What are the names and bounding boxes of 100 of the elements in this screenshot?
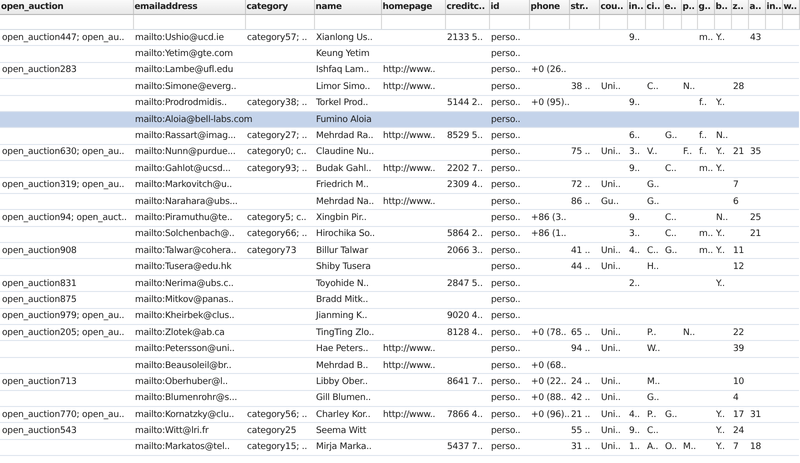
table-cell: perso..: [491, 410, 520, 420]
table-row[interactable]: mailto:Markatos@tel.. category15; .. Mirja Marka.. 5437 7.. perso.. 31 .. Uni.. 1.. A.. O.. M.. Y.. 7 18: [0, 439, 799, 456]
table-cell: 1..: [629, 442, 640, 452]
table-cell: N..: [716, 131, 728, 142]
table-cell: Uni..: [601, 442, 621, 452]
table-cell: 9..: [629, 426, 640, 436]
table-cell: 6: [733, 196, 739, 207]
column-header[interactable]: name: [314, 0, 381, 14]
table-cell: http://www..: [383, 65, 436, 76]
column-header[interactable]: a..: [748, 0, 765, 14]
column-header[interactable]: in..: [627, 0, 645, 14]
table-cell: Bradd Mitk..: [316, 294, 368, 305]
table-cell: Y..: [716, 229, 725, 240]
table-cell: Y..: [716, 32, 725, 43]
table-cell: mailto:Ushio@ucd.ie: [135, 32, 224, 43]
column-header[interactable]: g..: [697, 0, 714, 14]
table-row[interactable]: mailto:Tusera@edu.hk Shiby Tusera perso.. 44 .. Uni.. H.. 12: [0, 258, 799, 276]
table-cell: 2133 5..: [447, 32, 483, 43]
table-cell: category38; ..: [247, 98, 308, 108]
table-cell: category73: [247, 246, 296, 256]
table-cell: 55 ..: [571, 426, 590, 436]
table-row[interactable]: open_auction831 mailto:Nerima@ubs.c.. Toyohide N.. 2847 5.. perso.. 2.. Y..: [0, 275, 799, 292]
column-header[interactable]: ci..: [645, 0, 663, 14]
table-cell: Y..: [716, 147, 725, 158]
table-row[interactable]: mailto:Prodrodmidis.. category38; .. Torkel Prod.. 5144 2.. perso.. +0 (95).. 9.. f.. Y..: [0, 95, 799, 112]
table-cell: perso..: [491, 229, 520, 240]
table-cell: category57; ..: [247, 32, 308, 43]
column-header[interactable]: z..: [731, 0, 748, 14]
table-row[interactable]: open_auction908 mailto:Talwar@cohera.. category73 Billur Talwar 2066 3.. perso.. 41 .. Uni.. 4.. C.. G.. m.. Y.. 11: [0, 242, 799, 259]
table-cell: +0 (88..: [531, 393, 566, 404]
column-header[interactable]: open_auction: [0, 0, 133, 14]
table-cell: +0 (26..: [531, 65, 566, 76]
column-header[interactable]: str..: [569, 0, 599, 14]
table-cell: 5864 2..: [447, 229, 483, 240]
column-header[interactable]: e..: [663, 0, 681, 14]
table-row[interactable]: mailto:Simone@everg.. Limor Simo.. http://www.. perso.. 38 .. Uni.. C.. N.. 28: [0, 78, 799, 96]
table-cell: 2..: [629, 278, 640, 289]
table-cell: f..: [699, 131, 707, 142]
column-header[interactable]: w..: [782, 0, 799, 14]
table-cell: 24 ..: [571, 376, 590, 387]
table-cell: C..: [647, 82, 658, 92]
table-cell: 72 ..: [571, 180, 590, 190]
table-row[interactable]: mailto:Rassart@imag... category27; .. Mehrdad Ra.. http://www.. 8529 5.. perso.. 6.. G.. f.. N..: [0, 128, 799, 144]
table-row[interactable]: mailto:Yetim@gte.com Keung Yetim perso..: [0, 46, 799, 62]
table-cell: 25: [750, 212, 762, 223]
table-cell: Mehrdad Ra..: [316, 131, 374, 142]
column-header[interactable]: category: [245, 0, 314, 14]
table-cell: perso..: [491, 49, 520, 60]
column-header[interactable]: emailaddress: [133, 0, 245, 14]
table-cell: Uni..: [601, 393, 621, 404]
table-row[interactable]: open_auction543 mailto:Witt@lri.fr category25 Seema Witt perso.. 55 .. Uni.. 9.. C.. Y.. 24: [0, 422, 799, 440]
table-row[interactable]: open_auction319; open_au.. mailto:Markovitch@u.. Friedrich M.. 2309 4.. perso.. 72 .. Uni.. G.. 7: [0, 177, 799, 194]
table-cell: perso..: [491, 164, 520, 174]
table-cell: perso..: [491, 212, 520, 223]
table-row[interactable]: open_auction205; open_au.. mailto:Zlotek@ab.ca TingTing Zlo.. 8128 4.. perso.. +0 (78.. 65 .. Uni.. P.. N.. 22: [0, 324, 799, 341]
table-cell: 21: [750, 229, 762, 240]
table-row[interactable]: open_auction979; open_au.. mailto:Kheirbek@clus.. Jianming K.. 9020 4.. perso..: [0, 308, 799, 325]
table-cell: open_auction205; open_au..: [2, 328, 124, 338]
column-header[interactable]: b..: [714, 0, 731, 14]
table-row[interactable]: open_auction630; open_au.. mailto:Nunn@purdue... category0; c.. Claudine Nu.. perso.. 75 .. Uni.. 3.. V.. F.. f.. Y.. 21 35: [0, 144, 799, 161]
table-cell: perso..: [491, 376, 520, 387]
table-cell: 5144 2..: [447, 98, 483, 108]
table-cell: category93; ..: [247, 164, 308, 174]
table-cell: 3..: [629, 147, 640, 158]
table-cell: mailto:Piramuthu@te..: [135, 212, 232, 223]
table-row[interactable]: open_auction875 mailto:Mitkov@panas.. Bradd Mitk.. perso..: [0, 292, 799, 308]
table-row[interactable]: open_auction447; open_au.. mailto:Ushio@ucd.ie category57; .. Xianlong Us.. 2133 5.. perso.. 9.. m.. Y.. 43: [0, 30, 799, 46]
table-row[interactable]: open_auction770; open_au.. mailto:Kornatzky@clu.. category56; .. Charley Kor.. http://www.. 7866 4.. perso.. +0 (96).. 21 .. Uni.. 4.. P.. G.. Y.. 17 31: [0, 406, 799, 423]
table-row[interactable]: open_auction283 mailto:Lambe@ufl.edu Ishfaq Lam.. http://www.. perso.. +0 (26..: [0, 62, 799, 79]
table-row[interactable]: mailto:Solchenbach@.. category66; .. Hirochika So.. 5864 2.. perso.. +86 (1.. 3.. C.. m.. Y.. 21: [0, 226, 799, 243]
table-cell: m..: [699, 32, 713, 43]
column-header[interactable]: id: [489, 0, 529, 14]
column-header[interactable]: in..: [765, 0, 782, 14]
table-cell: G..: [647, 393, 660, 404]
table-cell: open_auction319; open_au..: [2, 180, 124, 190]
table-row[interactable]: open_auction94; open_auct.. mailto:Piramuthu@te.. category5; c.. Xingbin Pir.. perso.. +86 (3.. 9.. C.. N.. 25: [0, 210, 799, 226]
table-row[interactable]: mailto:Gahlot@ucsd... category93; .. Budak Gahl.. http://www.. 2202 7.. perso.. 9.. C.. m.. Y..: [0, 160, 799, 178]
table-cell: Y..: [716, 426, 725, 436]
table-row[interactable]: open_auction713 mailto:Oberhuber@l.. Libby Ober.. 8641 7.. perso.. +0 (22.. 24 .. Uni.. M.. 10: [0, 374, 799, 390]
table-cell: 43: [750, 32, 762, 43]
table-cell: mailto:Oberhuber@l..: [135, 376, 228, 387]
column-header[interactable]: homepage: [381, 0, 445, 14]
table-cell: mailto:Petersson@uni..: [135, 344, 235, 354]
table-cell: N..: [683, 328, 695, 338]
column-header[interactable]: creditc..: [445, 0, 489, 14]
column-header[interactable]: p..: [681, 0, 697, 14]
table-cell: 6..: [629, 131, 640, 142]
table-cell: mailto:Gahlot@ucsd...: [135, 164, 231, 174]
table-cell: open_auction831: [2, 278, 77, 289]
table-cell: Libby Ober..: [316, 376, 368, 387]
table-row[interactable]: mailto:Aloia@bell-labs.com Fumino Aloia perso..: [0, 111, 799, 128]
table-cell: 8529 5..: [447, 131, 483, 142]
table-row[interactable]: mailto:Narahara@ubs... Mehrdad Na.. http://www.. perso.. 86 .. Gu.. G.. 6: [0, 193, 799, 210]
table-row[interactable]: mailto:Beausoleil@br.. Mehrdad B.. http://www.. perso.. +0 (68..: [0, 357, 799, 374]
table-cell: +86 (3..: [531, 212, 566, 223]
table-row[interactable]: mailto:Petersson@uni.. Hae Peters.. http://www.. perso.. 94 .. Uni.. W.. 39: [0, 340, 799, 358]
table-cell: open_auction94; open_auct..: [2, 212, 127, 223]
column-header[interactable]: phone: [529, 0, 569, 14]
table-row[interactable]: mailto:Blumenrohr@s... Gill Blumen.. perso.. +0 (88.. 42 .. Uni.. G.. 4: [0, 390, 799, 406]
column-header[interactable]: cou..: [599, 0, 627, 14]
